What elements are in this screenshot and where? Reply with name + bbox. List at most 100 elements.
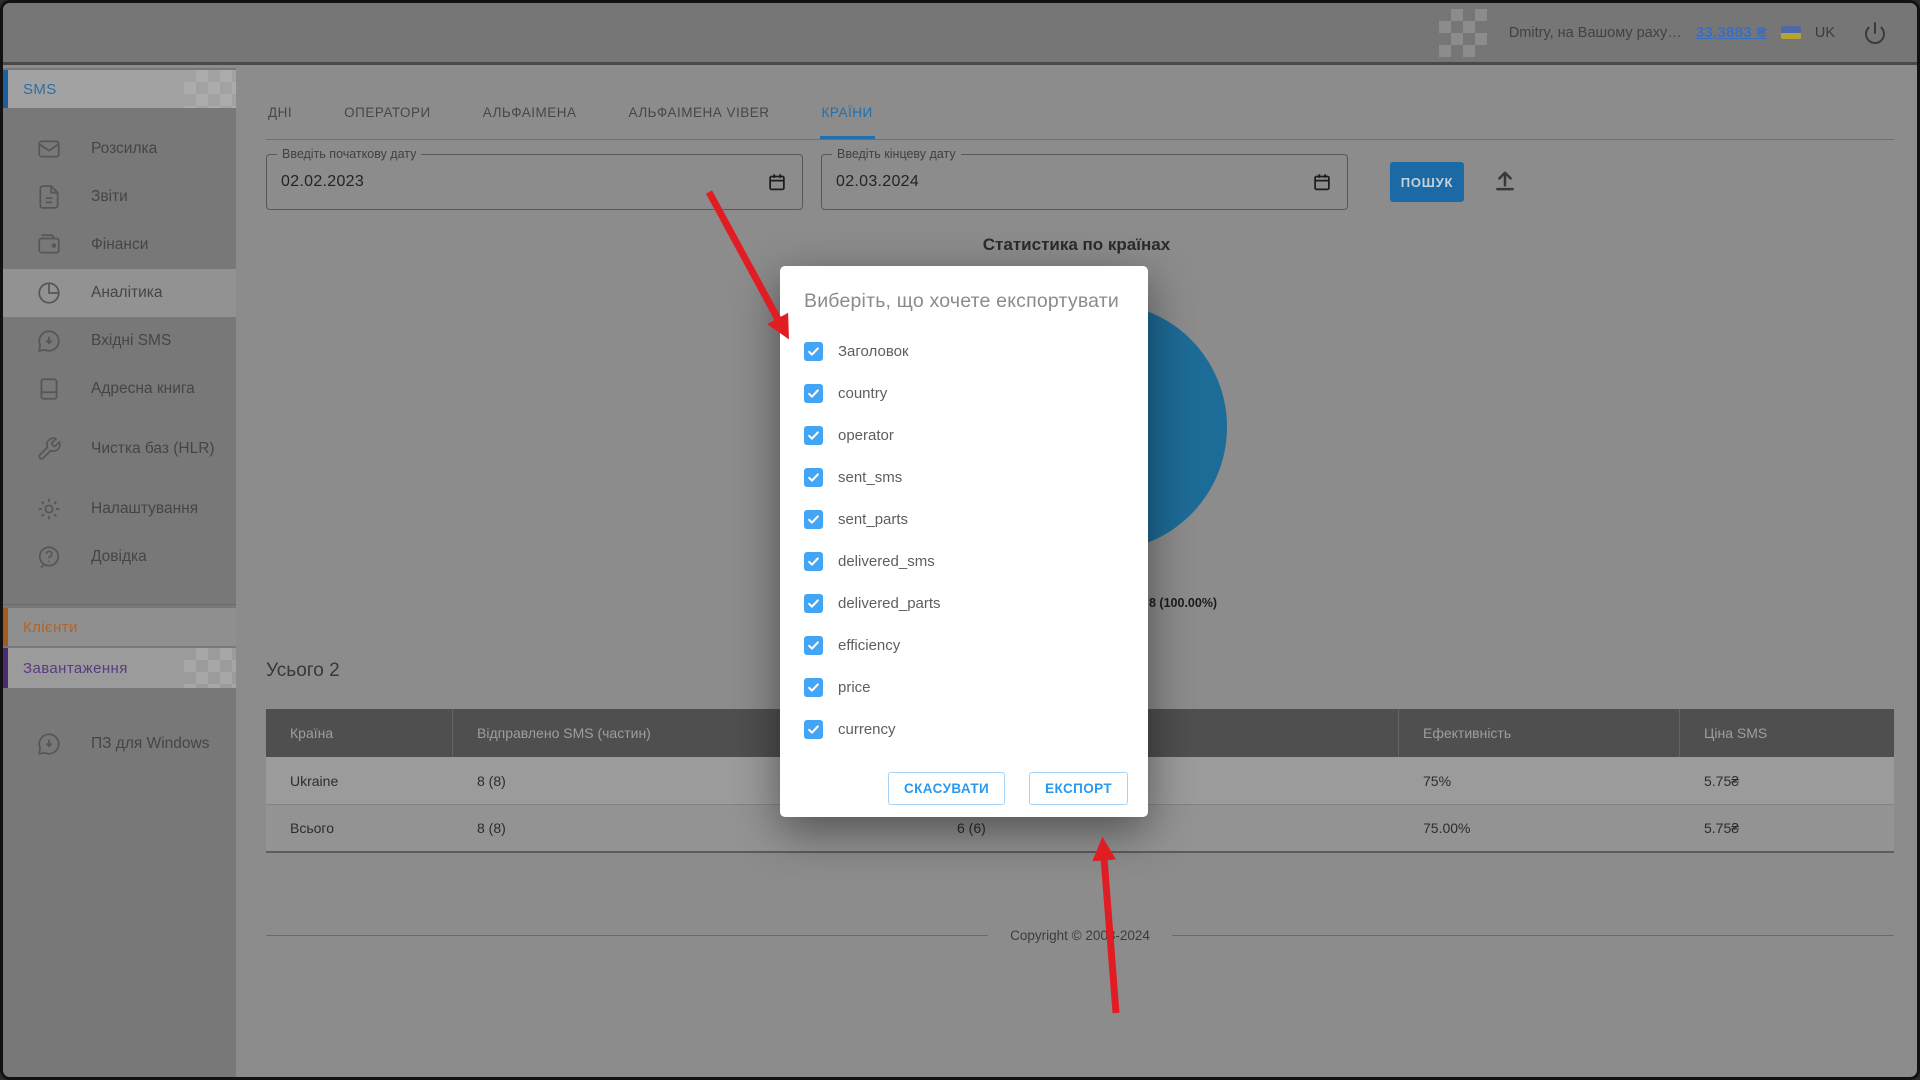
cancel-button[interactable]: СКАСУВАТИ (888, 772, 1005, 805)
option-price[interactable]: price (804, 666, 1132, 708)
sidebar-item-label: Аналітика (91, 281, 217, 305)
export-button[interactable]: ЕКСПОРТ (1029, 772, 1128, 805)
sidebar-item-pz-windows[interactable]: ПЗ для Windows (3, 708, 236, 780)
checkbox-checked-icon[interactable] (804, 510, 823, 529)
checker-decoration (1439, 9, 1487, 57)
checkbox-checked-icon[interactable] (804, 552, 823, 571)
option-delivered-sms[interactable]: delivered_sms (804, 540, 1132, 582)
start-date-input[interactable]: Введіть початкову дату 02.02.2023 (266, 154, 803, 210)
sidebar-item-chystka-baz[interactable]: Чистка баз (HLR) (3, 413, 236, 485)
calendar-icon[interactable] (1311, 171, 1333, 193)
sidebar-section-sms-label: SMS (23, 81, 57, 98)
option-country[interactable]: country (804, 372, 1132, 414)
user-balance-text: Dmitry, на Вашому раху… (1509, 25, 1682, 41)
option-sent-sms[interactable]: sent_sms (804, 456, 1132, 498)
inbox-sms-icon (36, 328, 62, 354)
wallet-icon (36, 232, 62, 258)
sidebar-section-clients[interactable]: Клієнти (3, 608, 236, 646)
footer-divider (1172, 935, 1894, 936)
checkbox-checked-icon[interactable] (804, 384, 823, 403)
end-date-input[interactable]: Введіть кінцеву дату 02.03.2024 (821, 154, 1348, 210)
sidebar-item-label: Адресна книга (91, 377, 217, 401)
pie-chart-icon (36, 280, 62, 306)
option-label: efficiency (838, 637, 900, 654)
option-sent-parts[interactable]: sent_parts (804, 498, 1132, 540)
checkbox-checked-icon[interactable] (804, 426, 823, 445)
checkbox-checked-icon[interactable] (804, 678, 823, 697)
option-label: country (838, 385, 887, 402)
sidebar-item-adresna-knyha[interactable]: Адресна книга (3, 365, 236, 413)
search-button[interactable]: ПОШУК (1390, 162, 1464, 202)
language-selector[interactable]: UK (1815, 25, 1835, 41)
footer: Copyright © 2008-2024 (266, 928, 1894, 943)
upload-icon[interactable] (1492, 168, 1518, 194)
option-zagolovok[interactable]: Заголовок (804, 330, 1132, 372)
checkbox-checked-icon[interactable] (804, 468, 823, 487)
start-date-label: Введіть початкову дату (277, 147, 421, 161)
option-label: price (838, 679, 871, 696)
sidebar-item-dovidka[interactable]: Довідка (3, 533, 236, 581)
chart-title: Статистика по країнах (236, 235, 1917, 255)
checkbox-checked-icon[interactable] (804, 636, 823, 655)
option-currency[interactable]: currency (804, 708, 1132, 750)
column-header: Ефективність (1399, 709, 1680, 757)
tab-alfaimena-viber[interactable]: АЛЬФАІМЕНА VIBER (627, 99, 772, 139)
option-label: delivered_parts (838, 595, 941, 612)
tab-krainy[interactable]: КРАЇНИ (820, 99, 875, 139)
sidebar-item-zvity[interactable]: Звіти (3, 173, 236, 221)
sidebar-section-sms[interactable]: SMS (3, 70, 236, 108)
checker-decoration (184, 648, 236, 688)
start-date-value: 02.02.2023 (281, 173, 766, 191)
sidebar-item-vhidni-sms[interactable]: Вхідні SMS (3, 317, 236, 365)
sidebar-item-finansy[interactable]: Фінанси (3, 221, 236, 269)
table-cell: Ukraine (266, 757, 453, 804)
app-window: Dmitry, на Вашому раху… 33,3883 ₴ UK SMS… (0, 0, 1920, 1080)
option-label: Заголовок (838, 343, 909, 360)
tab-operatory[interactable]: ОПЕРАТОРИ (342, 99, 433, 139)
tab-bar: ДНІ ОПЕРАТОРИ АЛЬФАІМЕНА АЛЬФАІМЕНА VIBE… (266, 99, 1894, 140)
tab-dni[interactable]: ДНІ (266, 99, 294, 139)
export-dialog: Виберіть, що хочете експортувати Заголов… (780, 266, 1148, 817)
sidebar-item-nalashtuvannya[interactable]: Налаштування (3, 485, 236, 533)
help-icon (36, 544, 62, 570)
balance-link[interactable]: 33,3883 ₴ (1696, 24, 1767, 41)
mail-icon (36, 136, 62, 162)
checker-decoration (184, 70, 236, 108)
total-count-heading: Усього 2 (266, 660, 340, 682)
filter-bar: Введіть початкову дату 02.02.2023 Введіт… (266, 154, 1518, 212)
sidebar-item-label: Довідка (91, 545, 217, 569)
option-label: sent_sms (838, 469, 902, 486)
sidebar-item-rozsylka[interactable]: Розсилка (3, 125, 236, 173)
checkbox-checked-icon[interactable] (804, 594, 823, 613)
end-date-value: 02.03.2024 (836, 173, 1311, 191)
checkbox-checked-icon[interactable] (804, 342, 823, 361)
report-icon (36, 184, 62, 210)
power-icon[interactable] (1863, 21, 1887, 45)
sidebar-section-downloads[interactable]: Завантаження (3, 648, 236, 688)
tab-alfaimena[interactable]: АЛЬФАІМЕНА (481, 99, 579, 139)
calendar-icon[interactable] (766, 171, 788, 193)
option-delivered-parts[interactable]: delivered_parts (804, 582, 1132, 624)
checkbox-checked-icon[interactable] (804, 720, 823, 739)
table-cell: 5.75₴ (1680, 805, 1894, 851)
gear-icon (36, 496, 62, 522)
option-efficiency[interactable]: efficiency (804, 624, 1132, 666)
sidebar-item-label: Звіти (91, 185, 217, 209)
sidebar-item-label: ПЗ для Windows (91, 732, 217, 756)
footer-divider (266, 935, 988, 936)
sidebar-item-label: Чистка баз (HLR) (91, 437, 217, 461)
sidebar-item-label: Фінанси (91, 233, 217, 257)
column-header: Ціна SMS (1680, 709, 1894, 757)
sidebar-section-clients-label: Клієнти (23, 619, 78, 636)
sidebar-divider (3, 604, 236, 605)
sidebar-item-label: Розсилка (91, 137, 217, 161)
address-book-icon (36, 376, 62, 402)
pie-slice-label: 8 (100.00%) (1149, 596, 1217, 610)
table-cell: Всього (266, 805, 453, 851)
copyright-text: Copyright © 2008-2024 (1010, 928, 1150, 943)
sidebar-item-analityka[interactable]: Аналітика (3, 269, 236, 317)
option-operator[interactable]: operator (804, 414, 1132, 456)
sidebar: SMS Розсилка Звіти Фінанси Аналітика (3, 68, 236, 1077)
option-label: operator (838, 427, 894, 444)
ukraine-flag-icon (1781, 26, 1801, 39)
